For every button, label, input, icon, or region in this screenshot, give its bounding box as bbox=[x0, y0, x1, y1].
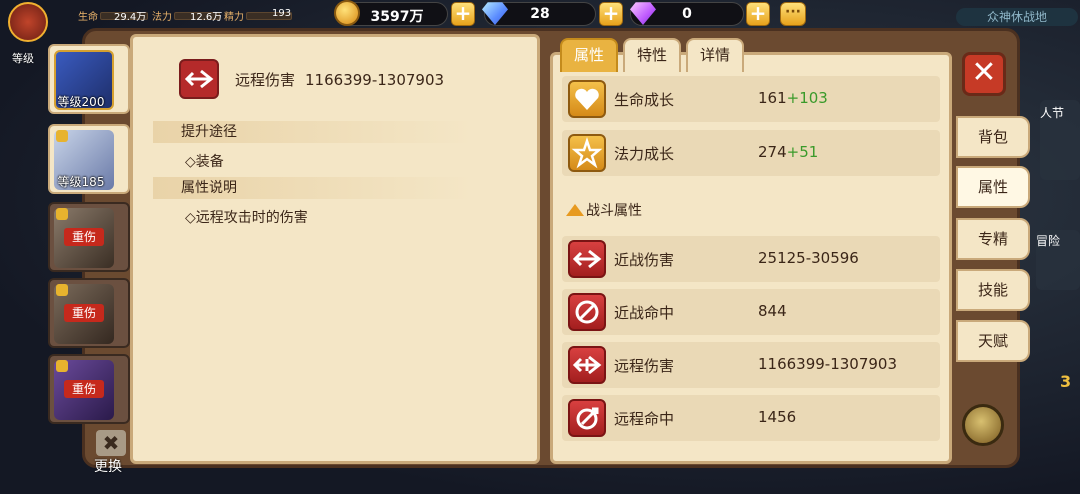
injured-badge: 重伤 bbox=[64, 304, 104, 322]
stat-mp-label: 法力 bbox=[152, 12, 172, 23]
battle-name: 远程伤害 bbox=[614, 357, 675, 375]
add-purple-gem-button[interactable]: + bbox=[746, 2, 770, 26]
heart-icon bbox=[568, 80, 606, 118]
growth-row-mp[interactable]: 法力成长 274+51 bbox=[562, 130, 940, 176]
injured-badge: 重伤 bbox=[64, 228, 104, 246]
side-tab-talents[interactable]: 天赋 bbox=[956, 320, 1030, 362]
battle-title-text: 战斗属性 bbox=[586, 203, 642, 219]
avatar-level-label: 等级 bbox=[12, 52, 34, 65]
battle-row-ranged-hit[interactable]: 远程命中 1456 bbox=[562, 395, 940, 441]
ranged-damage-icon bbox=[568, 346, 606, 384]
lock-icon bbox=[56, 130, 68, 142]
growth-base: 274 bbox=[758, 143, 787, 161]
growth-value: 274+51 bbox=[758, 143, 818, 161]
battle-row-ranged-damage[interactable]: 远程伤害 1166399-1307903 bbox=[562, 342, 940, 388]
tab-attributes[interactable]: 属性 bbox=[560, 38, 618, 72]
section-desc-title: 属性说明 bbox=[153, 177, 473, 199]
stat-energy-label: 精力 bbox=[224, 12, 244, 23]
tab-traits[interactable]: 特性 bbox=[623, 38, 681, 72]
detail-header: 远程伤害 1166399-1307903 bbox=[235, 69, 444, 90]
side-tab-bag[interactable]: 背包 bbox=[956, 116, 1030, 158]
battle-value: 1166399-1307903 bbox=[758, 355, 898, 373]
character-slot-1[interactable]: 等级200 bbox=[48, 44, 130, 114]
character-slot-2[interactable]: 等级185 bbox=[48, 124, 130, 194]
battle-name: 近战命中 bbox=[614, 304, 675, 322]
growth-name: 生命成长 bbox=[614, 91, 675, 109]
injured-badge: 重伤 bbox=[64, 380, 104, 398]
section-triangle-icon bbox=[566, 204, 584, 216]
ranged-damage-icon bbox=[179, 59, 219, 99]
growth-row-hp[interactable]: 生命成长 161+103 bbox=[562, 76, 940, 122]
melee-damage-icon bbox=[568, 240, 606, 278]
growth-bonus: +51 bbox=[786, 143, 819, 161]
stat-hp-value: 29.4万 bbox=[114, 12, 147, 23]
battle-value: 25125-30596 bbox=[758, 249, 859, 267]
bg-text-node: 人节 bbox=[1040, 106, 1065, 120]
battle-value: 1456 bbox=[758, 408, 797, 426]
lock-icon bbox=[56, 360, 68, 372]
top-bar: 等级 生命 29.4万 法力 12.6万 精力 193 3597万 + 28 +… bbox=[0, 0, 1080, 65]
character-slot-3[interactable]: 重伤 bbox=[48, 202, 130, 272]
close-button[interactable]: ✕ bbox=[962, 52, 1006, 96]
add-gold-button[interactable]: + bbox=[451, 2, 475, 26]
star-icon bbox=[568, 134, 606, 172]
swap-label: 更换 bbox=[94, 459, 122, 475]
section-improve-title: 提升途径 bbox=[153, 121, 473, 143]
player-avatar[interactable] bbox=[8, 2, 48, 42]
stat-mp-value: 12.6万 bbox=[190, 12, 223, 23]
detail-title: 远程伤害 bbox=[235, 71, 296, 89]
section-desc-item: ◇远程攻击时的伤害 bbox=[185, 210, 308, 226]
swap-button[interactable]: ✖ 更换 bbox=[92, 430, 130, 475]
swap-icon: ✖ bbox=[96, 430, 126, 456]
character-slot-4[interactable]: 重伤 bbox=[48, 278, 130, 348]
battle-row-melee-hit[interactable]: 近战命中 844 bbox=[562, 289, 940, 335]
bg-text-adventure: 冒险 bbox=[1036, 234, 1061, 248]
battle-section-title: 战斗属性 bbox=[566, 200, 642, 220]
book-clasp-icon bbox=[962, 404, 1004, 446]
stat-energy-value: 193 bbox=[272, 8, 292, 19]
stat-hp-label: 生命 bbox=[78, 12, 98, 23]
growth-base: 161 bbox=[758, 89, 787, 107]
character-level: 等级185 bbox=[57, 175, 105, 189]
growth-name: 法力成长 bbox=[614, 145, 675, 163]
ranged-hit-icon bbox=[568, 399, 606, 437]
melee-hit-icon bbox=[568, 293, 606, 331]
side-tab-mastery[interactable]: 专精 bbox=[956, 218, 1030, 260]
more-button[interactable]: ··· bbox=[780, 2, 806, 26]
add-diamond-button[interactable]: + bbox=[599, 2, 623, 26]
section-improve-item: ◇装备 bbox=[185, 154, 224, 170]
side-tab-attributes[interactable]: 属性 bbox=[956, 166, 1030, 208]
growth-value: 161+103 bbox=[758, 89, 828, 107]
side-tab-skills[interactable]: 技能 bbox=[956, 269, 1030, 311]
character-level: 等级200 bbox=[57, 95, 105, 109]
lock-icon bbox=[56, 208, 68, 220]
battle-name: 远程命中 bbox=[614, 410, 675, 428]
gold-coin-icon bbox=[334, 0, 360, 26]
attribute-detail-panel: 远程伤害 1166399-1307903 提升途径 ◇装备 属性说明 ◇远程攻击时… bbox=[130, 34, 540, 464]
growth-bonus: +103 bbox=[786, 89, 828, 107]
lock-icon bbox=[56, 284, 68, 296]
tab-details[interactable]: 详情 bbox=[686, 38, 744, 72]
battle-value: 844 bbox=[758, 302, 787, 320]
character-slot-5[interactable]: 重伤 bbox=[48, 354, 130, 424]
detail-value: 1166399-1307903 bbox=[305, 71, 445, 89]
battle-row-melee-damage[interactable]: 近战伤害 25125-30596 bbox=[562, 236, 940, 282]
battle-name: 近战伤害 bbox=[614, 251, 675, 269]
region-name: 众神休战地 bbox=[956, 8, 1078, 26]
bg-number: 3 bbox=[1060, 372, 1072, 391]
